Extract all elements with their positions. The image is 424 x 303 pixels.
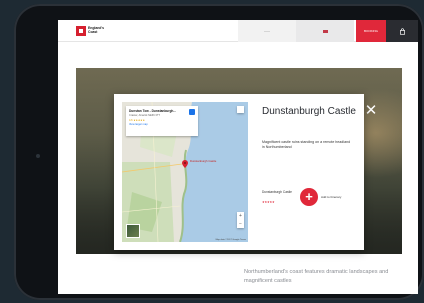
map-pin-icon[interactable] [182,160,188,168]
map-info-card: Dunstan Tow - Dunstanburgh... Craster, A… [126,106,198,136]
flag-icon [322,29,328,33]
attraction-title: Dunstanburgh Castle [262,106,356,117]
logo-mark-icon [76,26,86,36]
add-to-itinerary-label[interactable]: Add to Itinerary [321,195,341,199]
fullscreen-icon[interactable] [237,106,244,113]
add-to-itinerary-button[interactable]: + [300,188,318,206]
directions-icon[interactable] [189,109,195,115]
map-card-title: Dunstan Tow - Dunstanburgh... [129,109,177,113]
top-navigation: England's Coast —— BOOKING [58,20,418,42]
shopping-bag-icon [399,27,405,35]
zoom-controls[interactable]: + − [237,212,244,228]
zoom-in-button[interactable]: + [237,212,244,220]
shopping-bag-button[interactable] [386,20,418,42]
view-larger-map-link[interactable]: View larger map [129,123,195,126]
satellite-toggle[interactable] [126,224,140,238]
zoom-out-button[interactable]: − [237,220,244,228]
booking-button-label: BOOKING [363,29,378,33]
nav-tab-1-label: —— [264,29,270,33]
tablet-frame: England's Coast —— BOOKING ✕ Dunstan Tow… [14,4,424,300]
site-logo[interactable]: England's Coast [76,25,110,37]
nav-tab-1[interactable]: —— [238,20,296,42]
page-tagline: Northumberland's coast features dramatic… [244,269,389,284]
attraction-modal: Dunstan Tow - Dunstanburgh... Craster, A… [114,94,364,250]
attraction-place-name: Dunstanburgh Castle [262,190,292,194]
attraction-rating: ★★★★★ [262,200,275,204]
embedded-map[interactable]: Dunstan Tow - Dunstanburgh... Craster, A… [122,102,248,242]
booking-button[interactable]: BOOKING [356,20,386,42]
map-pin-label: Dunstanburgh Castle [190,159,217,163]
tablet-sensor [36,154,40,158]
logo-text: England's Coast [88,26,105,34]
map-attribution: Map data ©2017 Google Terms [215,239,246,241]
attraction-description: Magnificent castle ruins standing on a r… [262,140,351,149]
map-card-rating: 4.6 ★★★★★ [129,119,145,122]
map-card-address: Craster, Alnwick NE66 3TT [129,114,160,117]
close-icon[interactable]: ✕ [364,103,378,118]
screen: England's Coast —— BOOKING ✕ Dunstan Tow… [58,20,418,294]
language-selector[interactable] [296,20,354,42]
